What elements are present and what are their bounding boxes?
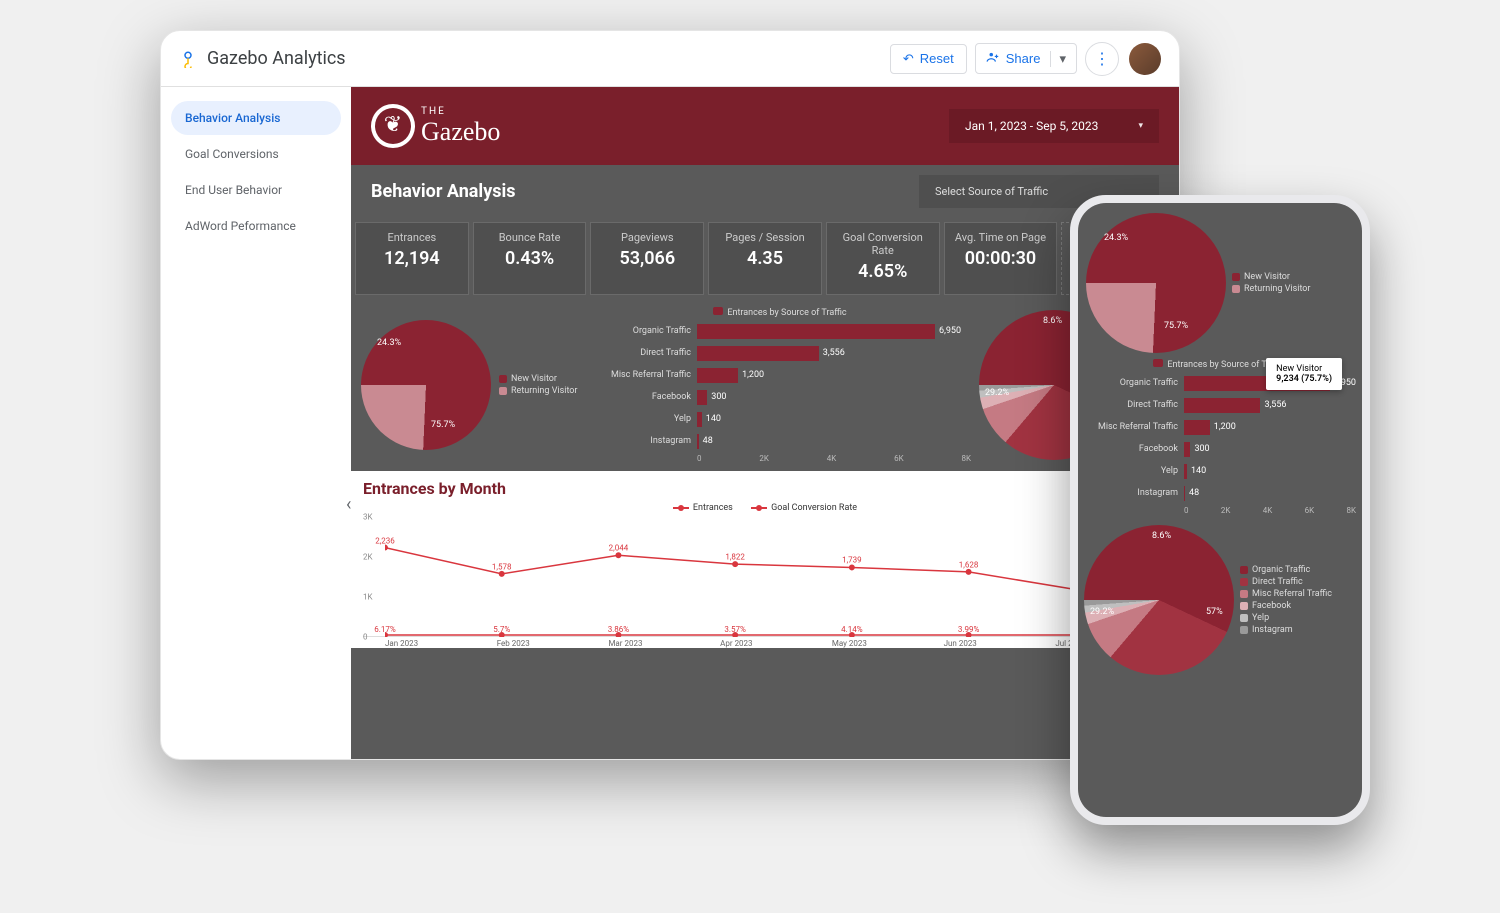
brand-the: THE [421,106,500,117]
phone-visitor-legend: New Visitor Returning Visitor [1232,270,1310,296]
kpi-1: Bounce Rate0.43% [473,222,587,295]
sidebar-collapse-button[interactable]: ‹ [342,490,355,519]
share-label: Share [1006,51,1041,66]
bar-row: Organic Traffic6,950 [589,322,971,340]
gazebo-logo-icon [371,104,415,148]
date-range-label: Jan 1, 2023 - Sep 5, 2023 [965,119,1098,133]
pie-slice-label: 57% [1206,607,1223,617]
person-add-icon [986,50,1000,67]
app-logo-icon [179,50,197,68]
pie-slice-label: 75.7% [1164,321,1188,331]
visitor-pie: 24.3% 75.7% [361,320,491,450]
chevron-down-icon[interactable]: ▾ [1050,51,1066,67]
legend-item: Organic Traffic [1240,565,1332,575]
pie-slice-label: 29.2% [985,388,1009,398]
legend-item: New Visitor [1232,272,1310,282]
legend-item: Facebook [1240,601,1332,611]
share-button[interactable]: Share ▾ [975,43,1077,74]
pie-slice-label: 24.3% [377,338,401,348]
tooltip-value: 9,234 (75.7%) [1276,374,1332,384]
laptop-frame: Gazebo Analytics ↶ Reset Share ▾ ⋮ Behav… [160,30,1180,760]
legend-gcr: Goal Conversion Rate [771,503,857,513]
bar-row: Facebook300 [589,388,971,406]
month-chart-card: Entrances by Month Entrances Goal Conver… [351,471,1179,648]
legend-item: Misc Referral Traffic [1240,589,1332,599]
legend-item: Yelp [1240,613,1332,623]
month-line-chart: 01K2K3K2,2366.17%1,5785.7%2,0443.86%1,82… [363,517,1167,637]
undo-icon: ↶ [903,51,914,67]
more-vertical-icon: ⋮ [1094,49,1110,68]
pie-slice-label: 8.6% [1152,531,1171,541]
kpi-row: Entrances12,194Bounce Rate0.43%Pageviews… [351,218,1179,299]
sidebar-item-3[interactable]: AdWord Peformance [171,209,341,243]
brand-header: THE Gazebo Jan 1, 2023 - Sep 5, 2023 [351,87,1179,165]
legend-item: Returning Visitor [1232,284,1310,294]
bar-row: Direct Traffic3,556 [589,344,971,362]
bar-row: Misc Referral Traffic1,200 [1084,418,1356,436]
bar-row: Instagram48 [589,432,971,450]
month-chart-title: Entrances by Month [363,479,1167,498]
legend-entrances: Entrances [693,503,733,513]
brand-name: Gazebo [421,117,500,147]
phone-frame: 24.3%75.7% New VisitorReturning Visitor … [1070,195,1370,825]
kpi-3: Pages / Session4.35 [708,222,822,295]
legend-item: Direct Traffic [1240,577,1332,587]
page-title: Behavior Analysis [371,181,516,202]
reset-button[interactable]: ↶ Reset [890,44,967,74]
entrances-bar-title: Entrances by Source of Traffic [727,308,846,318]
month-chart-legend: Entrances Goal Conversion Rate [363,502,1167,513]
visitor-pie-legend: New Visitor Returning Visitor [499,372,577,398]
pie-slice-label: 24.3% [1104,233,1128,243]
sidebar-item-0[interactable]: Behavior Analysis [171,101,341,135]
sidebar: Behavior AnalysisGoal ConversionsEnd Use… [161,87,351,759]
pie-slice-label: 8.6% [1043,316,1062,326]
reset-label: Reset [920,51,954,66]
kpi-5: Avg. Time on Page00:00:30 [944,222,1058,295]
source-filter-label: Select Source of Traffic [935,185,1048,198]
sidebar-item-2[interactable]: End User Behavior [171,173,341,207]
phone-source-legend: Organic Traffic Direct Traffic Misc Referr… [1240,563,1332,637]
date-range-picker[interactable]: Jan 1, 2023 - Sep 5, 2023 [949,109,1159,143]
phone-source-pie: 8.6% 29.2% 57% [1084,525,1234,675]
tooltip-title: New Visitor [1276,364,1332,374]
avatar[interactable] [1129,43,1161,75]
kpi-2: Pageviews53,066 [590,222,704,295]
app-topbar: Gazebo Analytics ↶ Reset Share ▾ ⋮ [161,31,1179,87]
app-title: Gazebo Analytics [207,48,346,69]
more-button[interactable]: ⋮ [1085,42,1119,76]
bar-row: Misc Referral Traffic1,200 [589,366,971,384]
bar-row: Direct Traffic3,556 [1084,396,1356,414]
kpi-4: Goal Conversion Rate4.65% [826,222,940,295]
pie-slice-label: 75.7% [431,420,455,430]
legend-item: Returning Visitor [499,386,577,396]
legend-item: New Visitor [499,374,577,384]
phone-visitor-pie: 24.3% 75.7% [1086,213,1226,353]
legend-item: Instagram [1240,625,1332,635]
pie-slice-label: 29.2% [1090,607,1114,617]
sidebar-item-1[interactable]: Goal Conversions [171,137,341,171]
entrances-bar-chart: Entrances by Source of Traffic Organic T… [589,307,971,463]
bar-row: Yelp140 [589,410,971,428]
bar-row: Facebook300 [1084,440,1356,458]
bar-row: Yelp140 [1084,462,1356,480]
kpi-0: Entrances12,194 [355,222,469,295]
visitor-pie-card: 24.3% 75.7% New Visitor Returning Visitor [361,307,581,463]
pie-tooltip: New Visitor 9,234 (75.7%) [1266,358,1342,390]
bar-row: Instagram48 [1084,484,1356,502]
